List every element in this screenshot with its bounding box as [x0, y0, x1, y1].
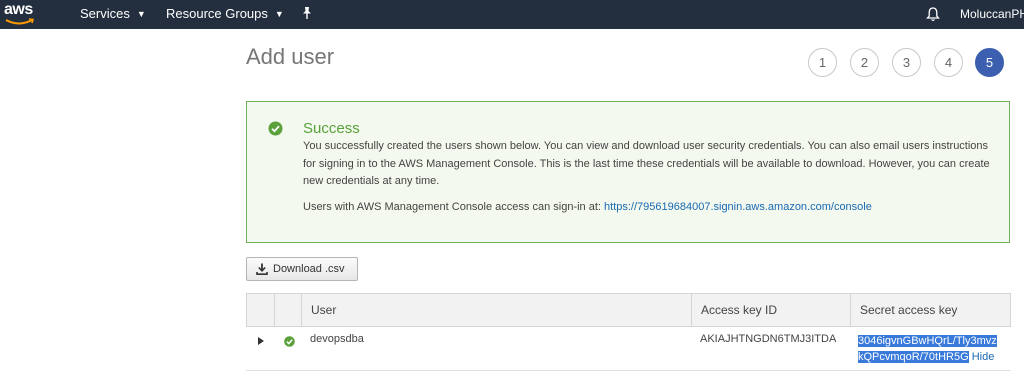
download-csv-label: Download .csv	[273, 263, 345, 275]
secret-key-part-1: 3046igvnGBwHQrL/Tly3mvz	[858, 335, 997, 347]
success-alert: Success You successfully created the use…	[246, 101, 1010, 243]
caret-right-icon[interactable]	[258, 337, 264, 345]
signin-url-link[interactable]: https://795619684007.signin.aws.amazon.c…	[604, 201, 872, 213]
success-message: You successfully created the users shown…	[303, 140, 990, 187]
access-key-column-header[interactable]: Access key ID	[692, 294, 851, 326]
resource-groups-label: Resource Groups	[166, 6, 268, 21]
page-title: Add user	[246, 44, 335, 69]
user-column-header[interactable]: User	[302, 294, 692, 326]
resource-groups-menu[interactable]: Resource Groups ▼	[166, 0, 284, 29]
secret-key-part-2: kQPcvmqoR/70tHR5G	[858, 351, 969, 363]
expand-column-header	[247, 294, 275, 326]
account-menu[interactable]: MoluccanPHH	[960, 0, 1024, 29]
step-2[interactable]: 2	[850, 48, 879, 77]
user-name-cell: devopsdba	[310, 333, 364, 345]
top-nav: aws Services ▼ Resource Groups ▼ MoluccanP…	[0, 0, 1024, 29]
chevron-down-icon: ▼	[274, 9, 284, 19]
download-icon	[256, 263, 268, 275]
step-5: 5	[975, 48, 1004, 77]
success-heading: Success	[303, 120, 360, 137]
bell-icon[interactable]	[926, 6, 940, 22]
table-row: devopsdba AKIAJHTNGDN6TMJ3ITDA 3046igvnG…	[246, 327, 1011, 371]
signin-info: Users with AWS Management Console access…	[303, 201, 872, 213]
aws-logo[interactable]: aws	[4, 1, 38, 27]
aws-smile-icon	[5, 18, 35, 25]
step-3[interactable]: 3	[892, 48, 921, 77]
services-label: Services	[80, 6, 130, 21]
access-key-id-cell: AKIAJHTNGDN6TMJ3ITDA	[700, 333, 837, 345]
secret-key-column-header[interactable]: Secret access key	[851, 294, 1010, 326]
signin-prefix: Users with AWS Management Console access…	[303, 201, 605, 213]
status-column-header	[275, 294, 302, 326]
table-header: User Access key ID Secret access key	[246, 293, 1011, 327]
step-1[interactable]: 1	[808, 48, 837, 77]
step-4[interactable]: 4	[934, 48, 963, 77]
pin-icon[interactable]	[300, 6, 314, 20]
check-circle-icon	[268, 121, 283, 136]
download-csv-button[interactable]: Download .csv	[246, 257, 358, 281]
chevron-down-icon: ▼	[136, 9, 146, 19]
secret-access-key-cell: 3046igvnGBwHQrL/Tly3mvz kQPcvmqoR/70tHR5…	[858, 333, 1008, 365]
services-menu[interactable]: Services ▼	[80, 0, 146, 29]
aws-logo-text: aws	[4, 1, 33, 18]
check-circle-icon	[284, 336, 295, 347]
hide-secret-link[interactable]: Hide	[972, 351, 995, 363]
